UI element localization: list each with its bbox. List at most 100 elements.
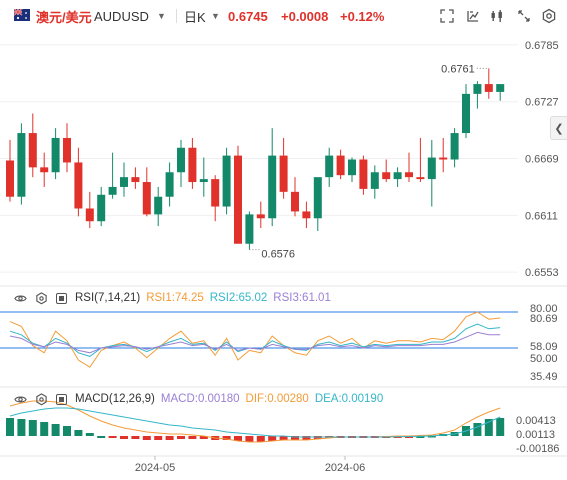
- rsi-tick-label: 80.69: [530, 313, 558, 325]
- macd-histogram-bar: [51, 424, 60, 436]
- candle-body: [74, 162, 83, 209]
- candle-body: [131, 177, 140, 183]
- macd-histogram-bar: [165, 436, 174, 440]
- rsi1-value: RSI1:74.25: [146, 292, 204, 304]
- candle-body: [222, 155, 231, 207]
- candle-body: [496, 84, 505, 92]
- macd-toggle-icon[interactable]: [56, 393, 67, 405]
- eye-icon[interactable]: [14, 292, 27, 305]
- macd-histogram-bar: [268, 436, 277, 441]
- macd-axis: 0.00413 0.00113 -0.00186: [516, 415, 559, 455]
- macd-histogram-bar: [74, 430, 83, 436]
- rsi-title[interactable]: RSI(7,14,21): [75, 292, 140, 304]
- candle-body: [245, 214, 254, 244]
- price-tick-label: 0.6553: [525, 267, 559, 279]
- macd-histogram-bar: [496, 418, 505, 436]
- candle-body: [348, 159, 356, 176]
- macd-tick-label: 0.00113: [516, 429, 555, 441]
- macd-histogram-bar: [256, 436, 265, 442]
- rsi-axis: 80.0080.6958.0950.0035.49: [530, 303, 558, 383]
- macd-histogram-bar: [177, 436, 185, 439]
- gear-icon[interactable]: [35, 291, 48, 305]
- macd-series: [6, 400, 505, 443]
- price-tick-label: 0.6785: [525, 40, 559, 52]
- candle-body: [450, 133, 459, 160]
- candle-body: [427, 157, 436, 180]
- macd-title[interactable]: MACD(12,26,9): [75, 393, 155, 405]
- rsi-series: [9, 311, 501, 368]
- candle-body: [188, 147, 197, 183]
- macd-histogram-bar: [85, 433, 94, 436]
- macd-tick-label: 0.00413: [516, 415, 556, 427]
- collapse-arrow-icon[interactable]: ❮: [550, 116, 567, 140]
- macd-histogram-bar: [63, 426, 71, 436]
- candle-body: [120, 177, 128, 187]
- candle-body: [268, 155, 277, 219]
- dif-value: DIF:0.00280: [245, 393, 309, 405]
- candle-body: [291, 191, 299, 212]
- macd-histogram-bar: [131, 436, 140, 439]
- candle-body: [462, 93, 470, 134]
- candle-body: [313, 177, 322, 219]
- candle-body: [256, 214, 265, 219]
- rsi-tick-label: 58.09: [530, 341, 558, 353]
- rsi3-value: RSI3:61.01: [273, 292, 331, 304]
- candle-body: [370, 172, 379, 189]
- gear-icon[interactable]: [35, 392, 48, 406]
- macd-histogram-bar: [108, 436, 117, 438]
- candle-body: [211, 179, 220, 207]
- macd-histogram-bar: [28, 420, 37, 436]
- candle-body: [393, 172, 402, 180]
- rsi-grid: [0, 311, 567, 388]
- macd-histogram-bar: [188, 436, 197, 439]
- candle-body: [6, 160, 14, 197]
- candle-body: [336, 155, 345, 176]
- macd-histogram-bar: [6, 418, 14, 436]
- macd-histogram-bar: [245, 436, 254, 442]
- macd-histogram-bar: [142, 436, 151, 440]
- candle-body: [416, 177, 425, 180]
- rsi-toggle-icon[interactable]: [56, 292, 67, 304]
- candle-body: [177, 147, 185, 173]
- macd-histogram-bar: [473, 423, 482, 436]
- candle-body: [484, 84, 493, 92]
- rsi2-value: RSI2:65.02: [209, 292, 268, 304]
- candle-body: [97, 194, 106, 222]
- candle-body: [40, 167, 49, 173]
- price-tick-label: 0.6669: [525, 154, 559, 166]
- macd-histogram-bar: [17, 419, 26, 436]
- candle-body: [51, 137, 60, 173]
- eye-icon[interactable]: [14, 393, 27, 406]
- candle-body: [439, 157, 448, 160]
- macd-legend: MACD(12,26,9) MACD:0.00180 DIF:0.00280 D…: [14, 391, 389, 407]
- price-axis: 0.6785 0.6727 0.6669 0.6611 0.6553: [525, 40, 559, 279]
- candle-body: [473, 84, 482, 94]
- candle-body: [142, 182, 151, 215]
- candle-body: [63, 137, 71, 163]
- price-tick-label: 0.6611: [525, 210, 558, 222]
- macd-histogram-bar: [97, 436, 106, 438]
- rsi-legend: RSI(7,14,21) RSI1:74.25 RSI2:65.02 RSI3:…: [14, 290, 337, 306]
- time-tick-label: 2024-06: [325, 462, 365, 474]
- candle-body: [165, 172, 174, 197]
- candle-body: [302, 211, 311, 219]
- chart-canvas[interactable]: 0.6785 0.6727 0.6669 0.6611 0.6553 0.6761 0.6…: [0, 0, 567, 480]
- macd-histogram-bar: [40, 422, 49, 436]
- dea-value: DEA:0.00190: [314, 393, 384, 405]
- macd-tick-label: -0.00186: [516, 443, 559, 455]
- candle-body: [154, 196, 163, 215]
- candle-body: [279, 155, 288, 192]
- candle-body: [17, 133, 26, 197]
- candle-body: [85, 208, 94, 222]
- candle-body: [199, 179, 208, 183]
- candle-body: [108, 186, 117, 195]
- candle-body: [382, 172, 391, 180]
- time-tick-label: 2024-05: [135, 462, 175, 474]
- rsi-tick-label: 35.49: [530, 371, 558, 383]
- price-tick-label: 0.6727: [525, 97, 559, 109]
- macd-value: MACD:0.00180: [160, 393, 240, 405]
- time-axis: 2024-05 2024-06: [135, 456, 365, 474]
- candle-body: [28, 133, 37, 168]
- rsi-tick-label: 50.00: [530, 353, 558, 365]
- high-annotation: 0.6761: [441, 63, 475, 75]
